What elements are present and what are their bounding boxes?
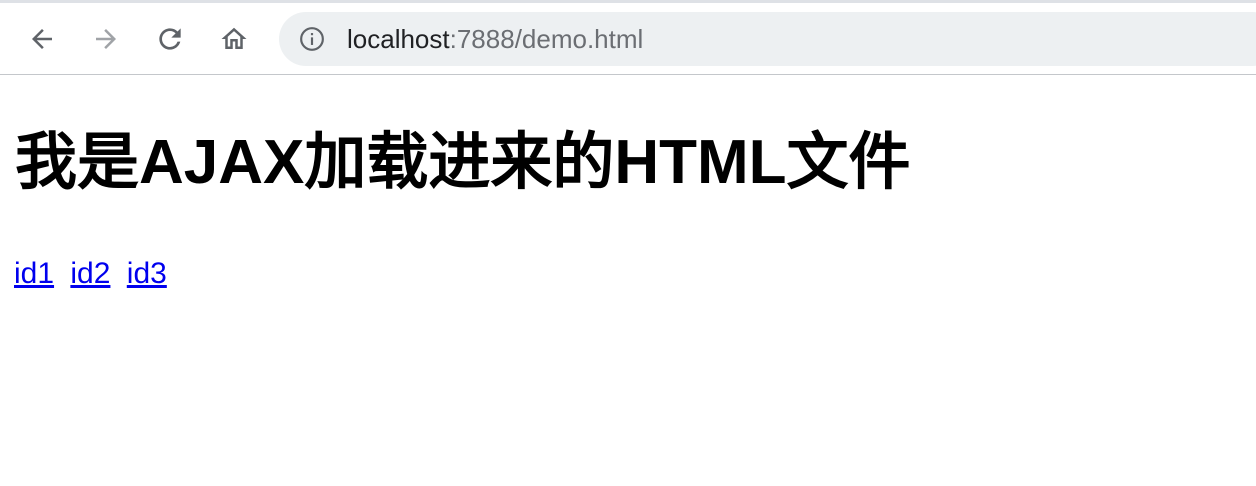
reload-icon (159, 28, 181, 50)
arrow-right-icon (96, 29, 116, 49)
browser-toolbar: localhost:7888/demo.html (0, 0, 1256, 75)
link-id1[interactable]: id1 (14, 257, 54, 290)
page-content: 我是AJAX加载进来的HTML文件 id1 id2 id3 (0, 75, 1256, 486)
address-bar[interactable]: localhost:7888/demo.html (279, 12, 1256, 66)
link-list: id1 id2 id3 (14, 257, 175, 291)
url-host: localhost (347, 24, 450, 54)
url-text[interactable]: localhost:7888/demo.html (347, 25, 643, 53)
home-icon (221, 27, 247, 49)
url-path: :7888/demo.html (449, 24, 644, 54)
forward-button[interactable] (86, 19, 126, 59)
link-id3[interactable]: id3 (127, 257, 167, 290)
info-icon[interactable] (299, 26, 325, 52)
reload-button[interactable] (150, 19, 190, 59)
back-button[interactable] (22, 19, 62, 59)
home-button[interactable] (214, 19, 254, 59)
link-id2[interactable]: id2 (70, 257, 110, 290)
arrow-left-icon (32, 29, 52, 49)
page-heading: 我是AJAX加载进来的HTML文件 (15, 128, 911, 197)
